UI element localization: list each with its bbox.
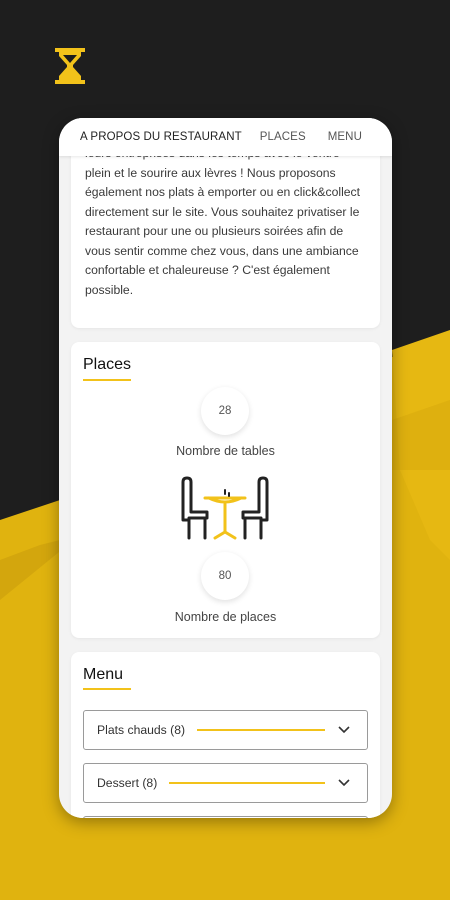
tab-places[interactable]: PLACES	[260, 131, 306, 143]
menu-category-label: Dessert (8)	[97, 776, 158, 790]
tab-about[interactable]: A PROPOS DU RESTAURANT	[80, 131, 242, 143]
tables-count-badge: 28	[201, 387, 249, 435]
menu-category-divider	[197, 729, 325, 731]
menu-title-underline	[83, 688, 131, 690]
menu-category-dropdown[interactable]: Dessert (8)	[83, 763, 368, 803]
hourglass-logo-icon	[55, 48, 85, 84]
menu-card: Menu Plats chauds (8) Dessert (8)	[71, 652, 380, 818]
places-title: Places	[83, 356, 132, 373]
places-count-badge: 80	[201, 552, 249, 600]
menu-title: Menu	[83, 666, 124, 683]
tables-label: Nombre de tables	[176, 444, 275, 458]
places-card: Places 28 Nombre de tables 80 Nombre de …	[71, 342, 380, 638]
tables-count: 28	[218, 405, 232, 417]
chevron-down-icon[interactable]	[337, 723, 351, 737]
places-title-underline	[83, 379, 131, 381]
table-chairs-icon	[181, 476, 269, 540]
menu-category-label: Plats chauds (8)	[97, 723, 186, 737]
tab-bar: A PROPOS DU RESTAURANT PLACES MENU	[59, 118, 392, 156]
about-text: leurs entreprises dans les temps avec le…	[85, 146, 361, 297]
places-count: 80	[218, 570, 232, 582]
places-label: Nombre de places	[174, 610, 277, 624]
chevron-down-icon[interactable]	[337, 776, 351, 790]
menu-category-divider	[169, 782, 325, 784]
menu-category-dropdown-partial[interactable]	[83, 816, 368, 818]
menu-category-dropdown[interactable]: Plats chauds (8)	[83, 710, 368, 750]
tab-menu[interactable]: MENU	[328, 131, 362, 143]
app-frame: A PROPOS DU RESTAURANT PLACES MENU leurs…	[59, 118, 392, 818]
